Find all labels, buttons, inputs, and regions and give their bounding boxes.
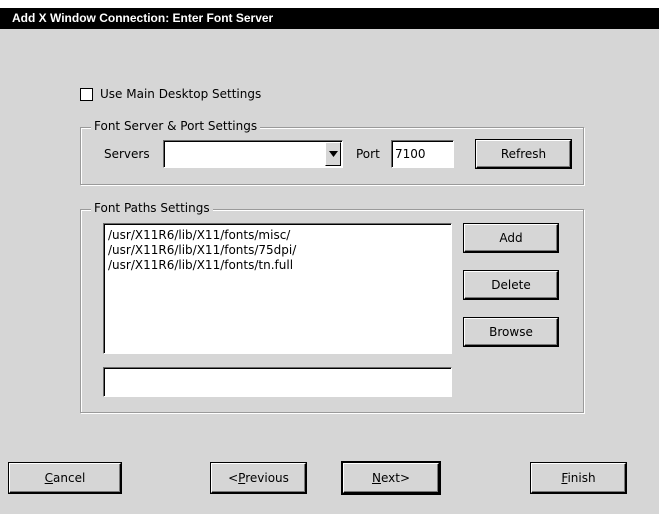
browse-button[interactable]: Browse bbox=[463, 317, 559, 347]
font-paths-legend: Font Paths Settings bbox=[91, 201, 213, 215]
list-item[interactable]: /usr/X11R6/lib/X11/fonts/misc/ bbox=[108, 228, 451, 243]
refresh-button-label: Refresh bbox=[500, 147, 547, 161]
delete-button[interactable]: Delete bbox=[463, 270, 559, 300]
use-main-desktop-label: Use Main Desktop Settings bbox=[100, 87, 262, 101]
chevron-down-icon bbox=[328, 151, 338, 157]
next-button[interactable]: Next> bbox=[341, 461, 441, 495]
list-item[interactable]: /usr/X11R6/lib/X11/fonts/tn.full bbox=[108, 258, 451, 273]
previous-button[interactable]: <Previous bbox=[210, 462, 307, 494]
finish-button-label: Finish bbox=[561, 471, 596, 485]
font-server-legend: Font Server & Port Settings bbox=[91, 119, 261, 133]
add-button[interactable]: Add bbox=[463, 223, 559, 253]
font-path-input[interactable] bbox=[103, 367, 452, 397]
cancel-button[interactable]: Cancel bbox=[8, 462, 122, 494]
previous-button-label: <Previous bbox=[228, 471, 289, 485]
title-bar-strip: Add X Window Connection: Enter Font Serv… bbox=[0, 8, 659, 29]
finish-button[interactable]: Finish bbox=[530, 462, 627, 494]
delete-button-label: Delete bbox=[491, 278, 531, 292]
title-bar: Add X Window Connection: Enter Font Serv… bbox=[0, 0, 659, 29]
next-button-label: Next> bbox=[371, 471, 411, 485]
font-paths-list[interactable]: /usr/X11R6/lib/X11/fonts/misc/ /usr/X11R… bbox=[103, 223, 452, 354]
servers-dropdown-button[interactable] bbox=[325, 142, 341, 166]
cancel-button-label: Cancel bbox=[44, 471, 86, 485]
port-value: 7100 bbox=[395, 147, 426, 161]
browse-button-label: Browse bbox=[489, 325, 533, 339]
window-title: Add X Window Connection: Enter Font Serv… bbox=[12, 11, 274, 25]
checkbox-box[interactable] bbox=[80, 87, 93, 101]
refresh-button[interactable]: Refresh bbox=[475, 139, 572, 169]
port-label: Port bbox=[356, 147, 380, 161]
servers-label: Servers bbox=[104, 147, 150, 161]
list-item[interactable]: /usr/X11R6/lib/X11/fonts/75dpi/ bbox=[108, 243, 451, 258]
use-main-desktop-checkbox[interactable]: Use Main Desktop Settings bbox=[80, 87, 261, 101]
port-input[interactable]: 7100 bbox=[391, 140, 454, 168]
add-button-label: Add bbox=[499, 231, 523, 245]
servers-combobox[interactable] bbox=[163, 140, 343, 168]
